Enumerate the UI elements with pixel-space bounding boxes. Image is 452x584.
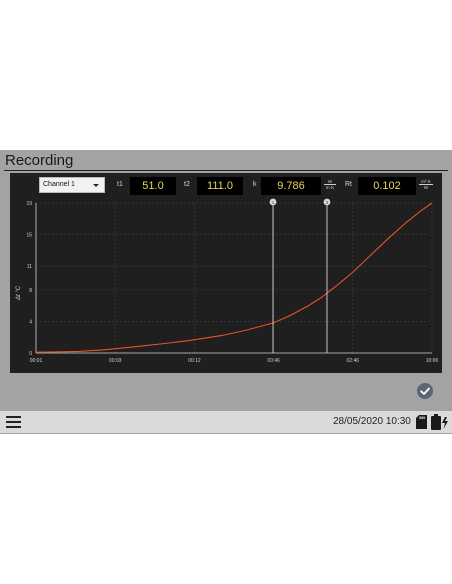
channel-select-value: Channel 1	[43, 181, 75, 188]
x-tick-label: 00:46	[267, 358, 280, 364]
rt-unit: m²·K W	[418, 179, 434, 190]
y-tick-label: 11	[27, 264, 32, 270]
status-bar: 28/05/2020 10:30	[0, 411, 452, 433]
rt-label: Rt	[345, 181, 352, 188]
hamburger-menu-icon[interactable]	[6, 416, 21, 428]
k-field: 9.786	[261, 177, 321, 195]
k-unit-bottom: m·K	[324, 184, 336, 190]
chevron-down-icon	[93, 184, 99, 187]
x-tick-label: 10:00	[426, 358, 439, 364]
t1-label: t1	[117, 181, 123, 188]
t1-field[interactable]: 51.0	[130, 177, 176, 195]
rt-field: 0.102	[358, 177, 416, 195]
x-tick-label: 00:12	[188, 358, 201, 364]
y-tick-label: 0	[29, 351, 32, 357]
x-tick-label: 00:03	[109, 358, 122, 364]
temperature-chart: Δt °C 0 4 8 11 15 19 00:01 00:03 00:12 00:46 02:4…	[16, 198, 439, 364]
date-time: 28/05/2020 10:30	[333, 416, 411, 427]
t2-label: t2	[184, 181, 190, 188]
title-divider	[4, 170, 448, 171]
y-tick-label: 8	[29, 288, 32, 294]
rt-unit-bottom: W	[419, 184, 433, 190]
k-label: k	[253, 181, 257, 188]
confirm-button[interactable]	[417, 383, 433, 399]
t2-field[interactable]: 111.0	[197, 177, 243, 195]
x-tick-label: 02:46	[347, 358, 360, 364]
x-tick-label: 00:01	[30, 358, 43, 364]
y-tick-label: 19	[26, 201, 32, 207]
sd-card-icon	[416, 415, 427, 429]
checkmark-icon	[420, 387, 430, 395]
channel-select[interactable]: Channel 1	[39, 177, 105, 193]
y-tick-label: 4	[29, 319, 32, 325]
y-tick-label: 15	[26, 233, 32, 239]
y-axis-label: Δt °C	[16, 285, 22, 301]
recording-screen: Recording Channel 1 t1 51.0 t2 111.0 k 9…	[0, 150, 452, 434]
page-title: Recording	[5, 152, 74, 169]
recording-panel: Channel 1 t1 51.0 t2 111.0 k 9.786 W m·K…	[10, 173, 442, 373]
series-line	[35, 202, 433, 353]
k-unit: W m·K	[323, 179, 337, 190]
battery-charging-icon	[431, 414, 448, 430]
